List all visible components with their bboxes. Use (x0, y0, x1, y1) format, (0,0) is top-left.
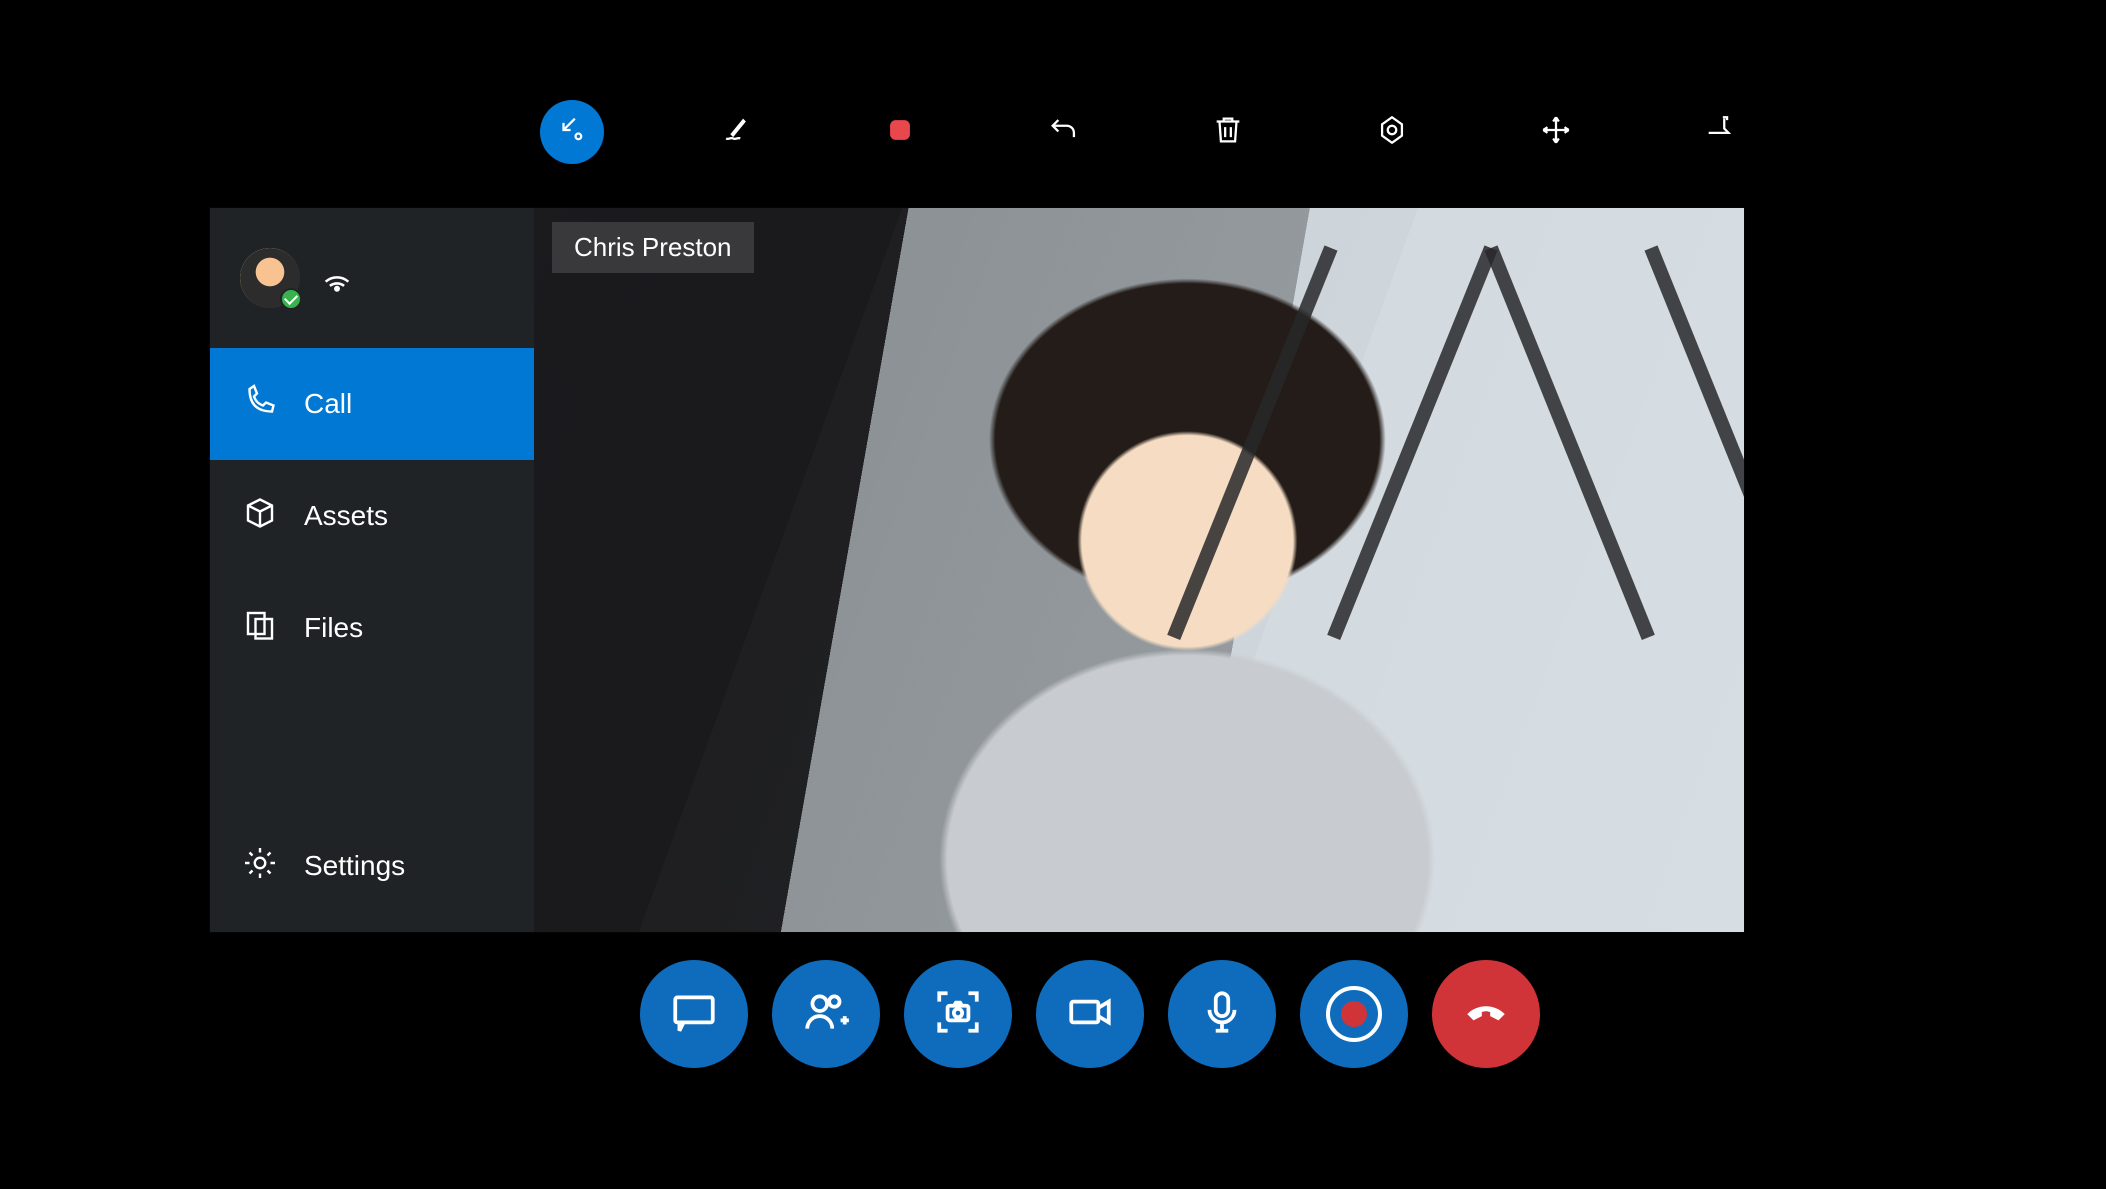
self-avatar[interactable] (240, 248, 300, 308)
hangup-icon (1461, 987, 1511, 1042)
chat-button[interactable] (640, 960, 748, 1068)
target-button[interactable] (1360, 100, 1424, 164)
undo-icon (1047, 113, 1081, 152)
phone-icon (242, 383, 278, 426)
move-icon (1539, 113, 1573, 152)
video-feed[interactable]: Chris Preston (534, 208, 1744, 932)
collapse-button[interactable] (540, 100, 604, 164)
video-background-structure (1284, 248, 1684, 608)
sidebar-item-label: Files (304, 612, 363, 644)
hangup-button[interactable] (1432, 960, 1540, 1068)
files-icon (242, 607, 278, 650)
video-toggle-button[interactable] (1036, 960, 1144, 1068)
snapshot-button[interactable] (904, 960, 1012, 1068)
add-people-button[interactable] (772, 960, 880, 1068)
package-icon (242, 495, 278, 538)
mic-toggle-button[interactable] (1168, 960, 1276, 1068)
mic-icon (1197, 987, 1247, 1042)
delete-button[interactable] (1196, 100, 1260, 164)
stop-icon (883, 113, 917, 152)
sidebar-header (210, 208, 534, 348)
annotation-toolbar (540, 100, 1752, 164)
add-people-icon (801, 987, 851, 1042)
pin-button[interactable] (1688, 100, 1752, 164)
stop-shape-button[interactable] (868, 100, 932, 164)
call-window: Call Assets Files (210, 208, 1744, 932)
gear-icon (242, 845, 278, 888)
sidebar-item-label: Assets (304, 500, 388, 532)
chat-icon (669, 987, 719, 1042)
sidebar: Call Assets Files (210, 208, 534, 932)
pin-icon (1703, 113, 1737, 152)
ink-icon (719, 113, 753, 152)
target-icon (1375, 113, 1409, 152)
sidebar-item-settings[interactable]: Settings (210, 810, 534, 922)
call-controls (640, 960, 1540, 1068)
participant-name-label: Chris Preston (574, 232, 732, 262)
sidebar-item-call[interactable]: Call (210, 348, 534, 460)
collapse-icon (555, 113, 589, 152)
ink-button[interactable] (704, 100, 768, 164)
record-button[interactable] (1300, 960, 1408, 1068)
connection-icon (320, 259, 354, 298)
sidebar-nav: Call Assets Files (210, 348, 534, 932)
presence-available-icon (280, 288, 302, 310)
sidebar-item-label: Settings (304, 850, 405, 882)
participant-name-tag: Chris Preston (552, 222, 754, 273)
snapshot-icon (933, 987, 983, 1042)
trash-icon (1211, 113, 1245, 152)
record-icon (1326, 986, 1382, 1042)
sidebar-item-label: Call (304, 388, 352, 420)
sidebar-item-files[interactable]: Files (210, 572, 534, 684)
move-button[interactable] (1524, 100, 1588, 164)
sidebar-item-assets[interactable]: Assets (210, 460, 534, 572)
video-icon (1065, 987, 1115, 1042)
undo-button[interactable] (1032, 100, 1096, 164)
